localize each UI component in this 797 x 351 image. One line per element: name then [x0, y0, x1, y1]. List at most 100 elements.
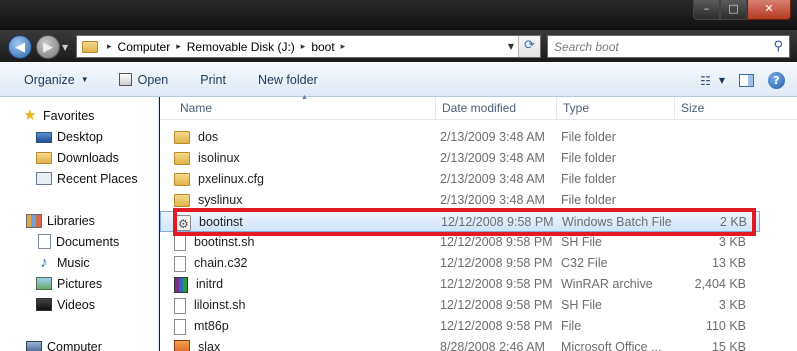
search-box: ⚲ [547, 35, 790, 58]
breadcrumb-removable-disk[interactable]: Removable Disk (J:) [187, 40, 295, 54]
nav-desktop[interactable]: Desktop [36, 126, 103, 147]
file-date-modified: 12/12/2008 9:58 PM [441, 215, 554, 229]
chevron-right-icon[interactable]: ▸ [341, 41, 346, 52]
forward-button[interactable]: ▶ [36, 35, 60, 59]
organize-button[interactable]: Organize ▼ [16, 68, 97, 92]
file-name: syslinux [198, 193, 243, 207]
nav-music[interactable]: ♪ Music [36, 252, 89, 273]
file-row[interactable]: bootinst.sh 12/12/2008 9:58 PM SH File 3 KB [160, 232, 760, 253]
arrow-right-icon: ▶ [43, 39, 53, 55]
file-type: File [561, 319, 582, 333]
recent-places-icon [36, 172, 52, 185]
file-type: File folder [561, 130, 616, 144]
maximize-button[interactable]: □ [720, 0, 747, 20]
libraries-icon [26, 213, 42, 228]
file-type: File folder [561, 172, 616, 186]
chevron-right-icon[interactable]: ▸ [176, 41, 181, 52]
column-type[interactable]: Type [557, 97, 675, 120]
file-size: 3 KB [718, 235, 746, 249]
back-button[interactable]: ◀ [8, 35, 32, 59]
column-size[interactable]: Size [675, 97, 755, 120]
file-name: isolinux [198, 151, 240, 165]
breadcrumb-boot[interactable]: boot [311, 40, 334, 54]
print-button[interactable]: Print [192, 68, 234, 92]
search-icon[interactable]: ⚲ [773, 39, 783, 54]
music-icon: ♪ [40, 253, 48, 271]
command-bar: Organize ▼ Open Print New folder ☷ ▼ ? [0, 62, 797, 97]
help-icon[interactable]: ? [768, 72, 785, 89]
file-name: initrd [196, 277, 224, 291]
file-row[interactable]: bootinst12/12/2008 9:58 PMWindows Batch … [160, 211, 760, 235]
open-label: Open [137, 72, 169, 87]
refresh-icon[interactable]: ⟳ [518, 36, 540, 57]
file-size [640, 190, 746, 211]
file-size [640, 148, 746, 169]
nav-documents[interactable]: Documents [38, 231, 119, 252]
file-date-modified: 12/12/2008 9:58 PM [440, 235, 553, 249]
file-name-cell: pxelinux.cfg [174, 169, 264, 190]
nav-favorites-label: Favorites [43, 108, 95, 123]
file-row[interactable]: initrd 12/12/2008 9:58 PM WinRAR archive 2,… [160, 274, 760, 295]
nav-libraries[interactable]: Libraries [26, 210, 95, 231]
nav-downloads[interactable]: Downloads [36, 147, 119, 168]
chevron-right-icon[interactable]: ▸ [107, 41, 112, 52]
chevron-down-icon[interactable]: ▼ [719, 76, 725, 85]
file-date-modified: 12/12/2008 9:58 PM [440, 298, 553, 312]
file-date-modified: 12/12/2008 9:58 PM [440, 277, 553, 291]
nav-computer[interactable]: Computer [26, 336, 102, 351]
file-name: mt86p [194, 319, 229, 333]
file-name-cell: slax [174, 337, 220, 351]
computer-icon [26, 340, 42, 351]
recent-pages-dropdown[interactable]: ▼ [62, 43, 68, 52]
address-bar[interactable]: ▸ Computer ▸ Removable Disk (J:) ▸ boot … [76, 35, 541, 58]
file-name: pxelinux.cfg [198, 172, 265, 186]
file-row[interactable]: slax 8/28/2008 2:46 AM Microsoft Office ..… [160, 337, 760, 351]
column-name[interactable]: Name [174, 97, 436, 120]
file-date-modified: 2/13/2009 3:48 AM [440, 193, 545, 207]
nav-libraries-label: Libraries [47, 213, 95, 228]
search-input[interactable] [548, 36, 758, 57]
nav-videos-label: Videos [57, 297, 95, 312]
minimize-button[interactable]: – [693, 0, 720, 20]
column-date-modified[interactable]: Date modified [436, 97, 557, 120]
file-size: 3 KB [718, 298, 746, 312]
file-name: liloinst.sh [194, 298, 246, 312]
nav-pictures[interactable]: Pictures [36, 273, 102, 294]
file-icon [174, 297, 186, 314]
breadcrumb-computer[interactable]: Computer [118, 40, 171, 54]
file-row[interactable]: liloinst.sh 12/12/2008 9:58 PM SH File 3 KB [160, 295, 760, 316]
views-icon[interactable]: ☷ [700, 74, 711, 88]
nav-videos[interactable]: Videos [36, 294, 95, 315]
open-icon [118, 73, 132, 86]
nav-recent-places[interactable]: Recent Places [36, 168, 138, 189]
file-size: 110 KB [705, 319, 746, 333]
file-name-cell: liloinst.sh [174, 295, 245, 316]
file-row[interactable]: pxelinux.cfg 2/13/2009 3:48 AM File folder [160, 169, 760, 190]
new-folder-button[interactable]: New folder [250, 68, 326, 92]
nav-favorites[interactable]: ★ Favorites [22, 105, 94, 126]
file-type: SH File [561, 235, 602, 249]
organize-label: Organize [24, 72, 75, 87]
file-size: 2,404 KB [694, 277, 746, 291]
file-date-modified: 2/13/2009 3:48 AM [440, 130, 545, 144]
column-headers: ▲ Name Date modified Type Size [160, 94, 797, 120]
navigation-pane: ★ Favorites Desktop Downloads Recent Pla… [0, 97, 159, 351]
file-date-modified: 12/12/2008 9:58 PM [440, 256, 553, 270]
nav-pictures-label: Pictures [57, 276, 103, 291]
file-row[interactable]: mt86p 12/12/2008 9:58 PM File 110 KB [160, 316, 760, 337]
nav-computer-label: Computer [47, 339, 102, 351]
preview-pane-icon[interactable] [739, 74, 754, 87]
file-row[interactable]: isolinux 2/13/2009 3:48 AM File folder [160, 148, 760, 169]
address-dropdown-icon[interactable]: ▼ [508, 42, 514, 51]
file-icon [174, 255, 186, 272]
file-type: WinRAR archive [561, 277, 653, 291]
file-name: slax [198, 340, 221, 351]
downloads-folder-icon [36, 151, 52, 164]
chevron-right-icon[interactable]: ▸ [301, 41, 306, 52]
file-row[interactable]: dos 2/13/2009 3:48 AM File folder [160, 127, 760, 148]
file-row[interactable]: chain.c32 12/12/2008 9:58 PM C32 File 13 KB [160, 253, 760, 274]
file-name: chain.c32 [194, 256, 248, 270]
open-button[interactable]: Open [111, 68, 177, 92]
file-row[interactable]: syslinux 2/13/2009 3:48 AM File folder [160, 190, 760, 211]
close-button[interactable]: ✕ [747, 0, 791, 20]
